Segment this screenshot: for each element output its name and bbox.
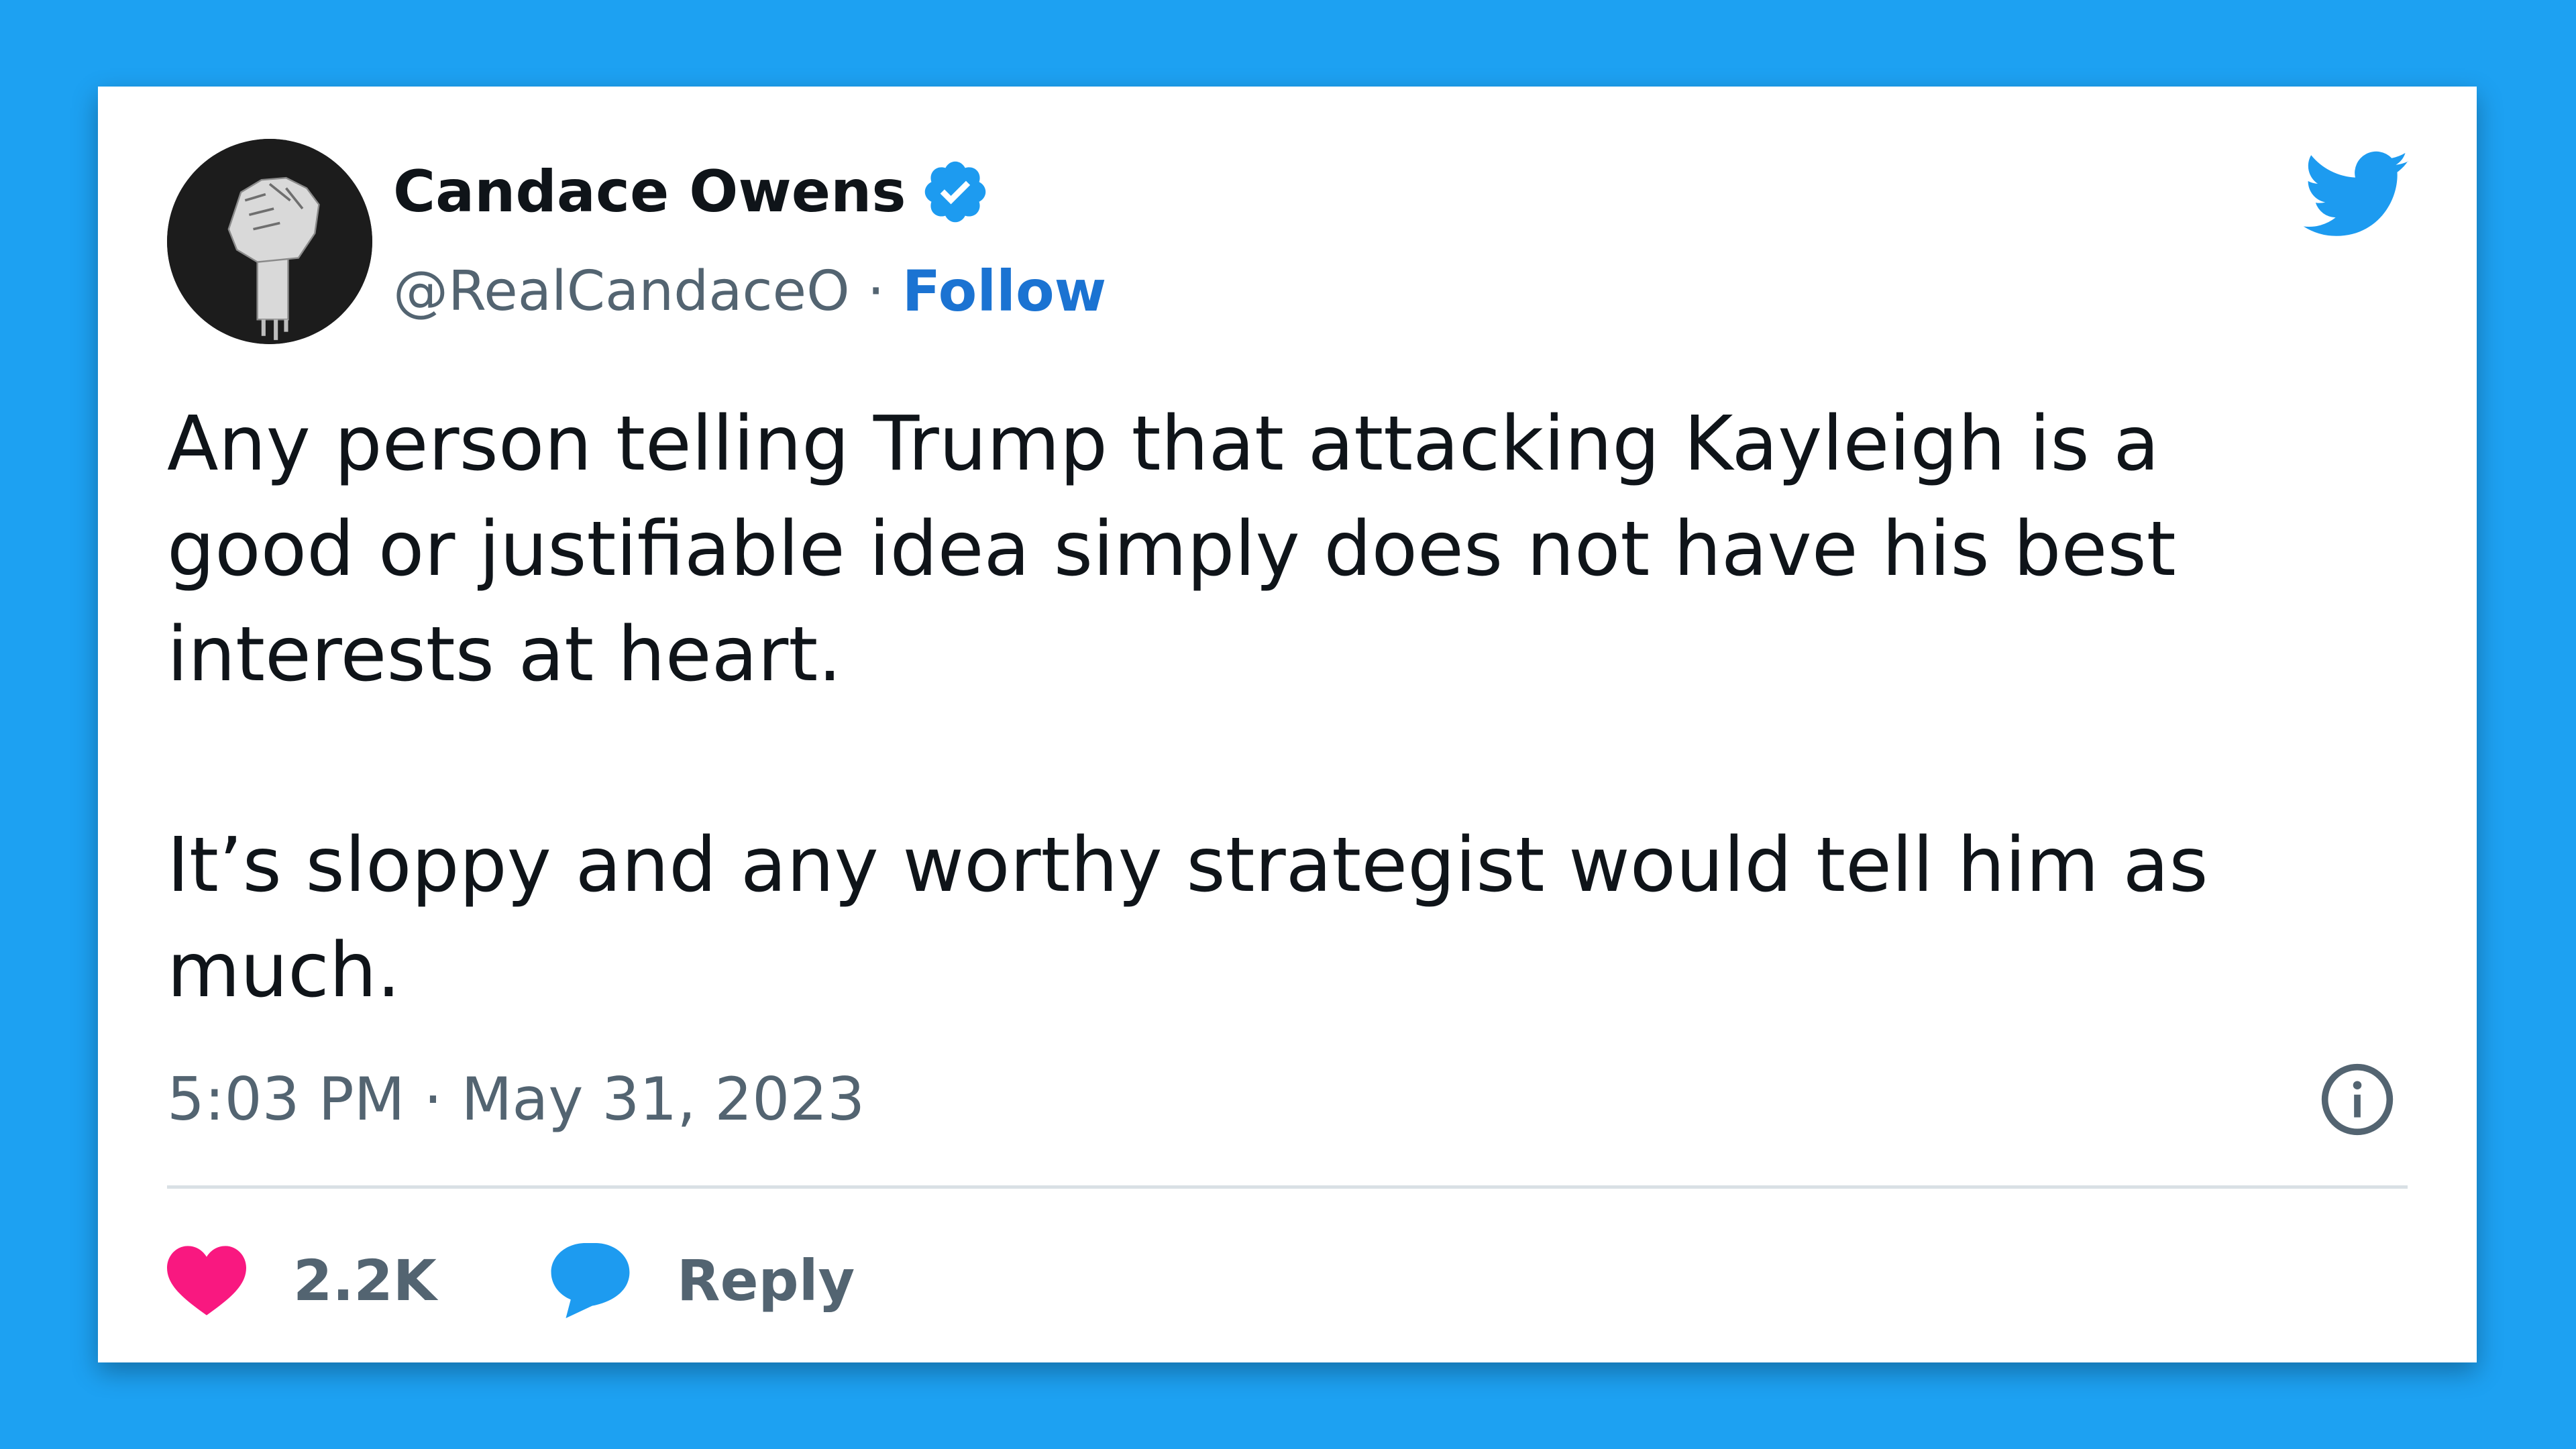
separator-dot: · bbox=[867, 259, 885, 323]
info-icon[interactable] bbox=[2318, 1061, 2396, 1138]
like-count: 2.2K bbox=[293, 1248, 437, 1313]
author-handle[interactable]: @RealCandaceO bbox=[393, 260, 850, 323]
reply-label: Reply bbox=[676, 1248, 855, 1313]
tweet-paragraph-1: Any person telling Trump that attacking … bbox=[167, 392, 2434, 708]
author-row: Candace Owens bbox=[393, 155, 991, 229]
verified-badge-icon bbox=[924, 161, 985, 223]
like-button[interactable]: 2.2K bbox=[167, 1246, 437, 1316]
reply-bubble-icon bbox=[551, 1243, 630, 1318]
tweet-line: interests at heart. bbox=[167, 611, 842, 698]
tweet-timestamp[interactable]: 5:03 PM · May 31, 2023 bbox=[167, 1063, 865, 1136]
reply-button[interactable]: Reply bbox=[551, 1243, 855, 1318]
action-bar: 2.2K Reply bbox=[167, 1234, 855, 1328]
tweet-card: Candace Owens @RealCandaceO · Follow Any… bbox=[98, 87, 2477, 1362]
tweet-text: Any person telling Trump that attacking … bbox=[167, 392, 2434, 1024]
tweet-paragraph-2: It’s sloppy and any worthy strategist wo… bbox=[167, 813, 2434, 1024]
handle-row: @RealCandaceO · Follow bbox=[393, 254, 1106, 328]
tweet-line: It’s sloppy and any worthy strategist wo… bbox=[167, 822, 2208, 909]
tweet-line: Any person telling Trump that attacking … bbox=[167, 400, 2159, 488]
tweet-line: much. bbox=[167, 927, 401, 1014]
author-name[interactable]: Candace Owens bbox=[393, 158, 906, 225]
divider bbox=[167, 1185, 2408, 1189]
heart-icon bbox=[167, 1246, 246, 1316]
tweet-line: good or justifiable idea simply does not… bbox=[167, 506, 2176, 593]
follow-button[interactable]: Follow bbox=[902, 258, 1107, 324]
raised-fist-image bbox=[167, 139, 372, 344]
avatar[interactable] bbox=[167, 139, 372, 344]
twitter-bird-icon[interactable] bbox=[2303, 151, 2410, 239]
